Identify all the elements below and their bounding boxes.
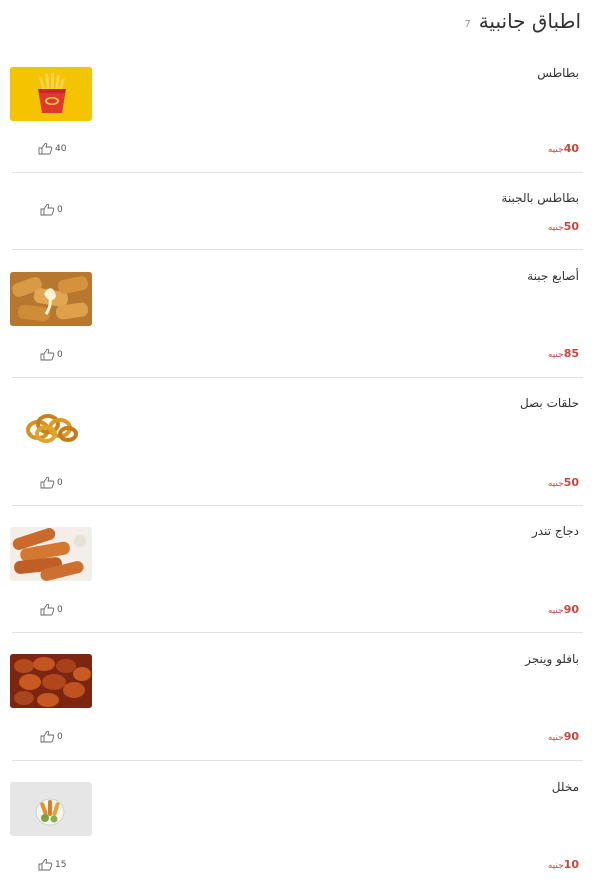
menu-item[interactable]: بطاطس 40 40 جنيه bbox=[10, 56, 583, 173]
thumbs-up-icon bbox=[40, 730, 55, 743]
likes-count[interactable]: 0 bbox=[40, 203, 63, 216]
thumbs-up-icon bbox=[40, 348, 55, 361]
likes-value: 0 bbox=[57, 477, 63, 488]
price-currency: جنيه bbox=[547, 223, 564, 233]
menu-item[interactable]: بطاطس بالجبنة 0 50 جنيه bbox=[12, 173, 583, 250]
likes-count[interactable]: 40 bbox=[38, 142, 66, 155]
menu-item[interactable]: مخلل 15 10 جنيه bbox=[10, 761, 583, 886]
item-price: 50 جنيه bbox=[548, 476, 579, 489]
menu-page: اطباق جانبية 7 بطاطس 40 40 جنيه بطاطس با… bbox=[0, 0, 595, 886]
cheese-sticks-image[interactable] bbox=[10, 272, 92, 326]
likes-count[interactable]: 0 bbox=[40, 603, 63, 616]
price-currency: جنيه bbox=[547, 861, 564, 871]
price-currency: جنيه bbox=[547, 733, 564, 743]
menu-item[interactable]: حلقات بصل 0 50 جنيه bbox=[10, 378, 583, 506]
item-name: أصابع جبنة bbox=[527, 269, 579, 283]
item-price: 10 جنيه bbox=[548, 858, 579, 871]
price-value: 50 bbox=[563, 476, 579, 489]
price-currency: جنيه bbox=[547, 350, 564, 360]
buffalo-wings-image[interactable] bbox=[10, 654, 92, 708]
likes-count[interactable]: 0 bbox=[40, 730, 63, 743]
thumbs-up-icon bbox=[38, 142, 53, 155]
likes-value: 0 bbox=[57, 731, 63, 742]
price-currency: جنيه bbox=[547, 145, 564, 155]
item-name: بافلو وينجز bbox=[525, 652, 579, 666]
onion-rings-image[interactable] bbox=[10, 400, 92, 454]
menu-item[interactable]: دجاج تندر 0 90 جنيه bbox=[10, 506, 583, 633]
chicken-tenders-image[interactable] bbox=[10, 527, 92, 581]
likes-value: 15 bbox=[55, 859, 67, 870]
price-currency: جنيه bbox=[547, 606, 564, 616]
likes-count[interactable]: 0 bbox=[40, 476, 63, 489]
price-value: 50 bbox=[563, 220, 579, 233]
section-header: اطباق جانبية 7 bbox=[464, 6, 581, 36]
thumbs-up-icon bbox=[40, 203, 55, 216]
price-value: 90 bbox=[563, 730, 579, 743]
item-name: مخلل bbox=[551, 780, 579, 794]
fries-image[interactable] bbox=[10, 67, 92, 121]
item-name: بطاطس bbox=[537, 66, 579, 80]
item-price: 40 جنيه bbox=[548, 142, 579, 155]
section-count: 7 bbox=[464, 18, 471, 30]
menu-item[interactable]: بافلو وينجز 0 90 جنيه bbox=[10, 633, 583, 761]
item-name: دجاج تندر bbox=[531, 524, 579, 538]
item-name: بطاطس بالجبنة bbox=[501, 191, 579, 205]
item-price: 85 جنيه bbox=[548, 347, 579, 360]
price-value: 40 bbox=[563, 142, 579, 155]
likes-value: 40 bbox=[55, 143, 67, 154]
price-currency: جنيه bbox=[547, 479, 564, 489]
item-price: 90 جنيه bbox=[548, 730, 579, 743]
pickles-image[interactable] bbox=[10, 782, 92, 836]
item-name: حلقات بصل bbox=[519, 396, 579, 410]
likes-value: 0 bbox=[57, 604, 63, 615]
thumbs-up-icon bbox=[40, 476, 55, 489]
price-value: 85 bbox=[563, 347, 579, 360]
item-price: 90 جنيه bbox=[548, 603, 579, 616]
price-value: 10 bbox=[563, 858, 579, 871]
price-value: 90 bbox=[563, 603, 579, 616]
likes-value: 0 bbox=[57, 349, 63, 360]
thumbs-up-icon bbox=[38, 858, 53, 871]
likes-count[interactable]: 0 bbox=[40, 348, 63, 361]
likes-value: 0 bbox=[57, 204, 63, 215]
section-title: اطباق جانبية bbox=[478, 9, 581, 33]
menu-item[interactable]: أصابع جبنة 0 85 جنيه bbox=[10, 250, 583, 378]
likes-count[interactable]: 15 bbox=[38, 858, 66, 871]
item-price: 50 جنيه bbox=[548, 220, 579, 233]
thumbs-up-icon bbox=[40, 603, 55, 616]
